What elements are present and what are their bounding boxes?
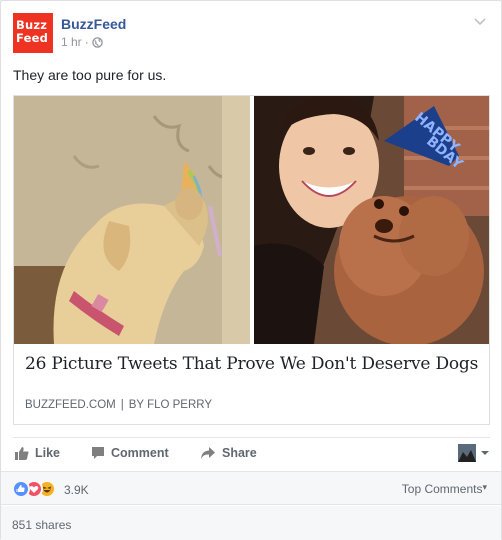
- link-byline: BY FLO PERRY: [128, 399, 213, 411]
- chevron-down-icon[interactable]: [473, 15, 487, 29]
- top-comments-caret: ▾: [482, 482, 487, 492]
- reaction-count[interactable]: 3.9K: [64, 483, 89, 497]
- comment-button[interactable]: Comment: [91, 446, 169, 460]
- shares-bar: 851 shares: [1, 506, 501, 540]
- post-as-selector[interactable]: [458, 444, 490, 462]
- link-domain: BUZZFEED.COM: [25, 399, 116, 411]
- dog-rainbow-photo[interactable]: [14, 96, 250, 344]
- avatar: [458, 444, 476, 462]
- link-preview[interactable]: HAPPY BDAY 26 Picture Tweets That Prove …: [13, 95, 490, 425]
- link-source: BUZZFEED.COM | BY FLO PERRY: [25, 399, 212, 411]
- post-meta: 1 hr ·: [61, 35, 103, 49]
- like-reaction-icon: [12, 480, 30, 498]
- share-label: Share: [222, 446, 257, 460]
- top-comments-dropdown[interactable]: Top Comments▾: [402, 482, 487, 496]
- source-divider: |: [120, 399, 124, 411]
- comment-icon: [92, 447, 104, 459]
- meta-separator: ·: [84, 35, 89, 49]
- thumbs-up-icon: [15, 447, 29, 460]
- logo-text-line2: Feed: [16, 31, 49, 45]
- like-label: Like: [35, 446, 61, 460]
- page-name-link[interactable]: BuzzFeed: [61, 16, 126, 32]
- post-text: They are too pure for us.: [13, 67, 167, 83]
- post-header: Buzz Feed BuzzFeed 1 hr ·: [13, 13, 491, 55]
- avatar-image: [458, 444, 476, 462]
- woman-dog-photo[interactable]: HAPPY BDAY: [254, 96, 489, 344]
- link-images[interactable]: HAPPY BDAY: [14, 96, 489, 344]
- share-button[interactable]: Share: [200, 446, 257, 460]
- post-time[interactable]: 1 hr: [61, 35, 82, 49]
- page-logo[interactable]: Buzz Feed: [13, 13, 53, 53]
- caret-down-icon: [481, 451, 489, 455]
- link-title[interactable]: 26 Picture Tweets That Prove We Don't De…: [25, 354, 478, 374]
- reaction-icons[interactable]: [12, 480, 56, 498]
- shares-count[interactable]: 851 shares: [12, 518, 71, 532]
- top-comments-label: Top Comments: [401, 482, 483, 496]
- post-card: Buzz Feed BuzzFeed 1 hr · They are too p…: [0, 0, 502, 540]
- like-button[interactable]: Like: [15, 446, 60, 460]
- comment-label: Comment: [111, 446, 169, 460]
- action-bar: Like Comment Share: [13, 437, 490, 469]
- share-arrow-icon: [201, 447, 215, 459]
- globe-icon[interactable]: [91, 36, 103, 48]
- reactions-summary: 3.9K Top Comments▾: [1, 471, 501, 505]
